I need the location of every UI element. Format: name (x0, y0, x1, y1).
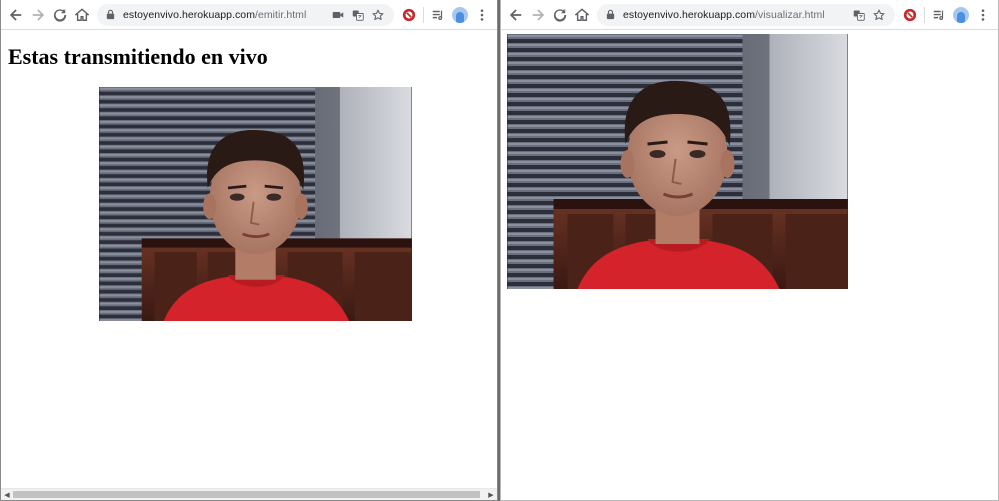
menu-icon[interactable] (972, 4, 994, 26)
url-path: /emitir.html (255, 8, 307, 21)
extension-icon[interactable] (899, 4, 921, 26)
page-content: Estas transmitiendo en vivo ◀ ▶ (1, 30, 497, 500)
lock-icon[interactable] (105, 9, 117, 21)
url-text[interactable]: estoyenvivo.herokuapp.com/visualizar.htm… (623, 9, 849, 21)
forward-icon[interactable] (27, 4, 49, 26)
browser-window-visualizar: estoyenvivo.herokuapp.com/visualizar.htm… (500, 0, 999, 501)
scroll-left-icon[interactable]: ◀ (2, 489, 12, 500)
browser-toolbar: estoyenvivo.herokuapp.com/visualizar.htm… (501, 0, 998, 30)
url-text[interactable]: estoyenvivo.herokuapp.com/emitir.html (123, 9, 328, 21)
avatar-image (452, 6, 468, 23)
home-icon[interactable] (571, 4, 593, 26)
reading-list-icon[interactable] (427, 4, 449, 26)
star-icon[interactable] (869, 6, 889, 24)
back-icon[interactable] (505, 4, 527, 26)
back-icon[interactable] (5, 4, 27, 26)
remote-video-stream[interactable] (507, 34, 848, 289)
local-video-stream[interactable] (99, 87, 412, 321)
home-icon[interactable] (71, 4, 93, 26)
toolbar-separator (924, 6, 925, 23)
reload-icon[interactable] (49, 4, 71, 26)
scrollbar-thumb[interactable] (13, 491, 480, 498)
translate-icon[interactable] (348, 6, 368, 24)
toolbar-separator (423, 6, 424, 23)
profile-avatar[interactable] (449, 4, 471, 26)
browser-toolbar: estoyenvivo.herokuapp.com/emitir.html (1, 0, 497, 30)
url-host: estoyenvivo.herokuapp.com (623, 8, 755, 21)
address-bar[interactable]: estoyenvivo.herokuapp.com/emitir.html (97, 3, 394, 26)
desktop-screen: estoyenvivo.herokuapp.com/emitir.html Es… (0, 0, 999, 501)
menu-icon[interactable] (471, 4, 493, 26)
reload-icon[interactable] (549, 4, 571, 26)
camera-icon[interactable] (328, 6, 348, 24)
avatar-image (953, 6, 969, 23)
translate-icon[interactable] (849, 6, 869, 24)
page-content (501, 30, 998, 500)
browser-window-emitir: estoyenvivo.herokuapp.com/emitir.html Es… (0, 0, 498, 501)
url-path: /visualizar.html (755, 8, 825, 21)
star-icon[interactable] (368, 6, 388, 24)
page-title: Estas transmitiendo en vivo (8, 44, 268, 69)
reading-list-icon[interactable] (928, 4, 950, 26)
address-bar[interactable]: estoyenvivo.herokuapp.com/visualizar.htm… (597, 3, 895, 26)
scroll-right-icon[interactable]: ▶ (486, 489, 496, 500)
horizontal-scrollbar[interactable]: ◀ ▶ (1, 488, 497, 500)
profile-avatar[interactable] (950, 4, 972, 26)
lock-icon[interactable] (605, 9, 617, 21)
forward-icon[interactable] (527, 4, 549, 26)
extension-icon[interactable] (398, 4, 420, 26)
url-host: estoyenvivo.herokuapp.com (123, 8, 255, 21)
